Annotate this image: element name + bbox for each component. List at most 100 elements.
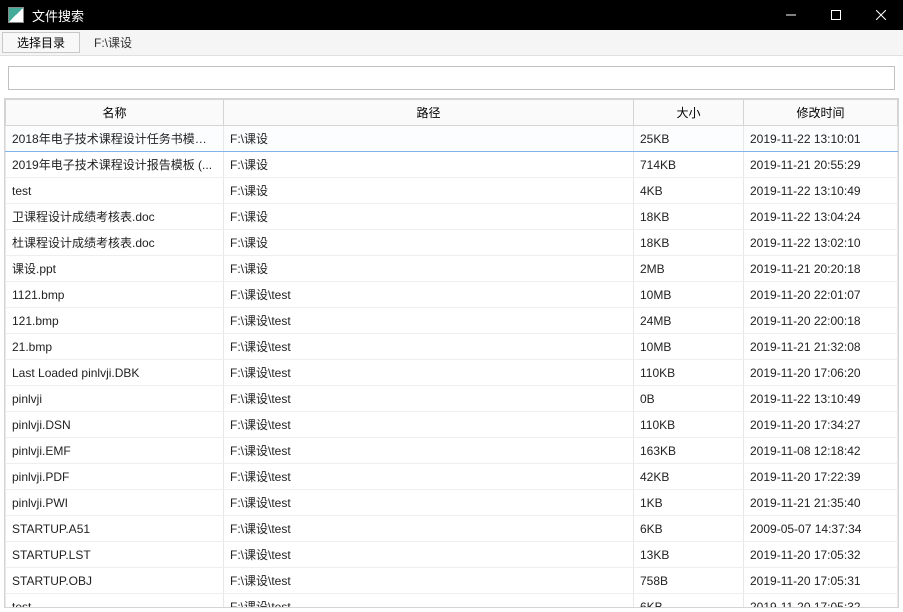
cell-date: 2019-11-20 17:06:20 (744, 360, 898, 386)
table-row[interactable]: pinlvji.PWIF:\课设\test1KB2019-11-21 21:35… (6, 490, 898, 516)
cell-name: Last Loaded pinlvji.DBK (6, 360, 224, 386)
cell-path: F:\课设 (224, 204, 634, 230)
cell-date: 2019-11-21 21:35:40 (744, 490, 898, 516)
table-scroll[interactable]: 名称 路径 大小 修改时间 2018年电子技术课程设计任务书模板....F:\课… (4, 98, 899, 608)
cell-name: 1121.bmp (6, 282, 224, 308)
cell-size: 110KB (634, 412, 744, 438)
cell-size: 10MB (634, 334, 744, 360)
table-row[interactable]: testF:\课设\test6KB2019-11-20 17:05:32 (6, 594, 898, 609)
cell-name: 2019年电子技术课程设计报告模板 (... (6, 152, 224, 178)
cell-size: 0B (634, 386, 744, 412)
cell-date: 2019-11-20 17:05:31 (744, 568, 898, 594)
cell-date: 2019-11-21 21:32:08 (744, 334, 898, 360)
cell-path: F:\课设\test (224, 594, 634, 609)
cell-size: 18KB (634, 230, 744, 256)
cell-name: 杜课程设计成绩考核表.doc (6, 230, 224, 256)
close-button[interactable] (858, 0, 903, 30)
table-row[interactable]: 2018年电子技术课程设计任务书模板....F:\课设25KB2019-11-2… (6, 126, 898, 152)
table-row[interactable]: Last Loaded pinlvji.DBKF:\课设\test110KB20… (6, 360, 898, 386)
results-table: 名称 路径 大小 修改时间 2018年电子技术课程设计任务书模板....F:\课… (5, 99, 898, 608)
cell-name: pinlvji.PWI (6, 490, 224, 516)
cell-name: STARTUP.A51 (6, 516, 224, 542)
cell-name: 2018年电子技术课程设计任务书模板.... (6, 126, 224, 152)
cell-path: F:\课设\test (224, 490, 634, 516)
column-header-date[interactable]: 修改时间 (744, 100, 898, 126)
table-row[interactable]: 21.bmpF:\课设\test10MB2019-11-21 21:32:08 (6, 334, 898, 360)
cell-size: 6KB (634, 594, 744, 609)
cell-name: 卫课程设计成绩考核表.doc (6, 204, 224, 230)
table-row[interactable]: testF:\课设4KB2019-11-22 13:10:49 (6, 178, 898, 204)
table-row[interactable]: 2019年电子技术课程设计报告模板 (...F:\课设714KB2019-11-… (6, 152, 898, 178)
cell-path: F:\课设 (224, 152, 634, 178)
table-row[interactable]: STARTUP.A51F:\课设\test6KB2009-05-07 14:37… (6, 516, 898, 542)
cell-size: 13KB (634, 542, 744, 568)
select-directory-button[interactable]: 选择目录 (2, 32, 80, 53)
cell-date: 2019-11-20 22:01:07 (744, 282, 898, 308)
titlebar[interactable]: 文件搜索 (0, 0, 903, 30)
cell-name: test (6, 178, 224, 204)
table-row[interactable]: pinlvji.PDFF:\课设\test42KB2019-11-20 17:2… (6, 464, 898, 490)
app-icon (8, 7, 24, 23)
cell-path: F:\课设\test (224, 438, 634, 464)
current-path-label: F:\课设 (80, 30, 146, 55)
cell-size: 2MB (634, 256, 744, 282)
minimize-button[interactable] (768, 0, 813, 30)
maximize-icon (831, 10, 841, 20)
cell-date: 2019-11-08 12:18:42 (744, 438, 898, 464)
cell-path: F:\课设\test (224, 282, 634, 308)
close-icon (876, 10, 886, 20)
cell-size: 6KB (634, 516, 744, 542)
search-input[interactable] (8, 66, 895, 90)
cell-date: 2019-11-22 13:10:49 (744, 178, 898, 204)
cell-date: 2019-11-20 17:22:39 (744, 464, 898, 490)
cell-size: 110KB (634, 360, 744, 386)
cell-path: F:\课设\test (224, 542, 634, 568)
cell-path: F:\课设\test (224, 464, 634, 490)
table-row[interactable]: pinlvji.EMFF:\课设\test163KB2019-11-08 12:… (6, 438, 898, 464)
column-header-size[interactable]: 大小 (634, 100, 744, 126)
table-header-row: 名称 路径 大小 修改时间 (6, 100, 898, 126)
table-row[interactable]: pinlvjiF:\课设\test0B2019-11-22 13:10:49 (6, 386, 898, 412)
cell-date: 2019-11-22 13:10:01 (744, 126, 898, 152)
cell-name: STARTUP.LST (6, 542, 224, 568)
table-row[interactable]: 杜课程设计成绩考核表.docF:\课设18KB2019-11-22 13:02:… (6, 230, 898, 256)
cell-date: 2019-11-21 20:55:29 (744, 152, 898, 178)
cell-size: 4KB (634, 178, 744, 204)
cell-path: F:\课设\test (224, 360, 634, 386)
table-row[interactable]: pinlvji.DSNF:\课设\test110KB2019-11-20 17:… (6, 412, 898, 438)
cell-path: F:\课设\test (224, 334, 634, 360)
cell-size: 42KB (634, 464, 744, 490)
cell-name: pinlvji.DSN (6, 412, 224, 438)
cell-name: STARTUP.OBJ (6, 568, 224, 594)
cell-date: 2009-05-07 14:37:34 (744, 516, 898, 542)
table-row[interactable]: STARTUP.OBJF:\课设\test758B2019-11-20 17:0… (6, 568, 898, 594)
table-body: 2018年电子技术课程设计任务书模板....F:\课设25KB2019-11-2… (6, 126, 898, 609)
table-row[interactable]: 卫课程设计成绩考核表.docF:\课设18KB2019-11-22 13:04:… (6, 204, 898, 230)
cell-path: F:\课设 (224, 126, 634, 152)
column-header-name[interactable]: 名称 (6, 100, 224, 126)
window-controls (768, 0, 903, 30)
cell-path: F:\课设 (224, 256, 634, 282)
maximize-button[interactable] (813, 0, 858, 30)
column-header-path[interactable]: 路径 (224, 100, 634, 126)
cell-name: test (6, 594, 224, 609)
table-row[interactable]: 课设.pptF:\课设2MB2019-11-21 20:20:18 (6, 256, 898, 282)
table-container: 名称 路径 大小 修改时间 2018年电子技术课程设计任务书模板....F:\课… (0, 98, 903, 612)
cell-size: 10MB (634, 282, 744, 308)
cell-path: F:\课设 (224, 178, 634, 204)
cell-size: 758B (634, 568, 744, 594)
cell-name: 课设.ppt (6, 256, 224, 282)
table-row[interactable]: 121.bmpF:\课设\test24MB2019-11-20 22:00:18 (6, 308, 898, 334)
table-row[interactable]: 1121.bmpF:\课设\test10MB2019-11-20 22:01:0… (6, 282, 898, 308)
app-window: 文件搜索 选择目录 F:\课设 (0, 0, 903, 612)
cell-name: pinlvji.EMF (6, 438, 224, 464)
cell-size: 18KB (634, 204, 744, 230)
toolbar: 选择目录 F:\课设 (0, 30, 903, 56)
search-area (0, 56, 903, 98)
cell-size: 714KB (634, 152, 744, 178)
cell-path: F:\课设\test (224, 308, 634, 334)
cell-name: pinlvji (6, 386, 224, 412)
table-row[interactable]: STARTUP.LSTF:\课设\test13KB2019-11-20 17:0… (6, 542, 898, 568)
cell-date: 2019-11-22 13:04:24 (744, 204, 898, 230)
cell-date: 2019-11-20 17:34:27 (744, 412, 898, 438)
